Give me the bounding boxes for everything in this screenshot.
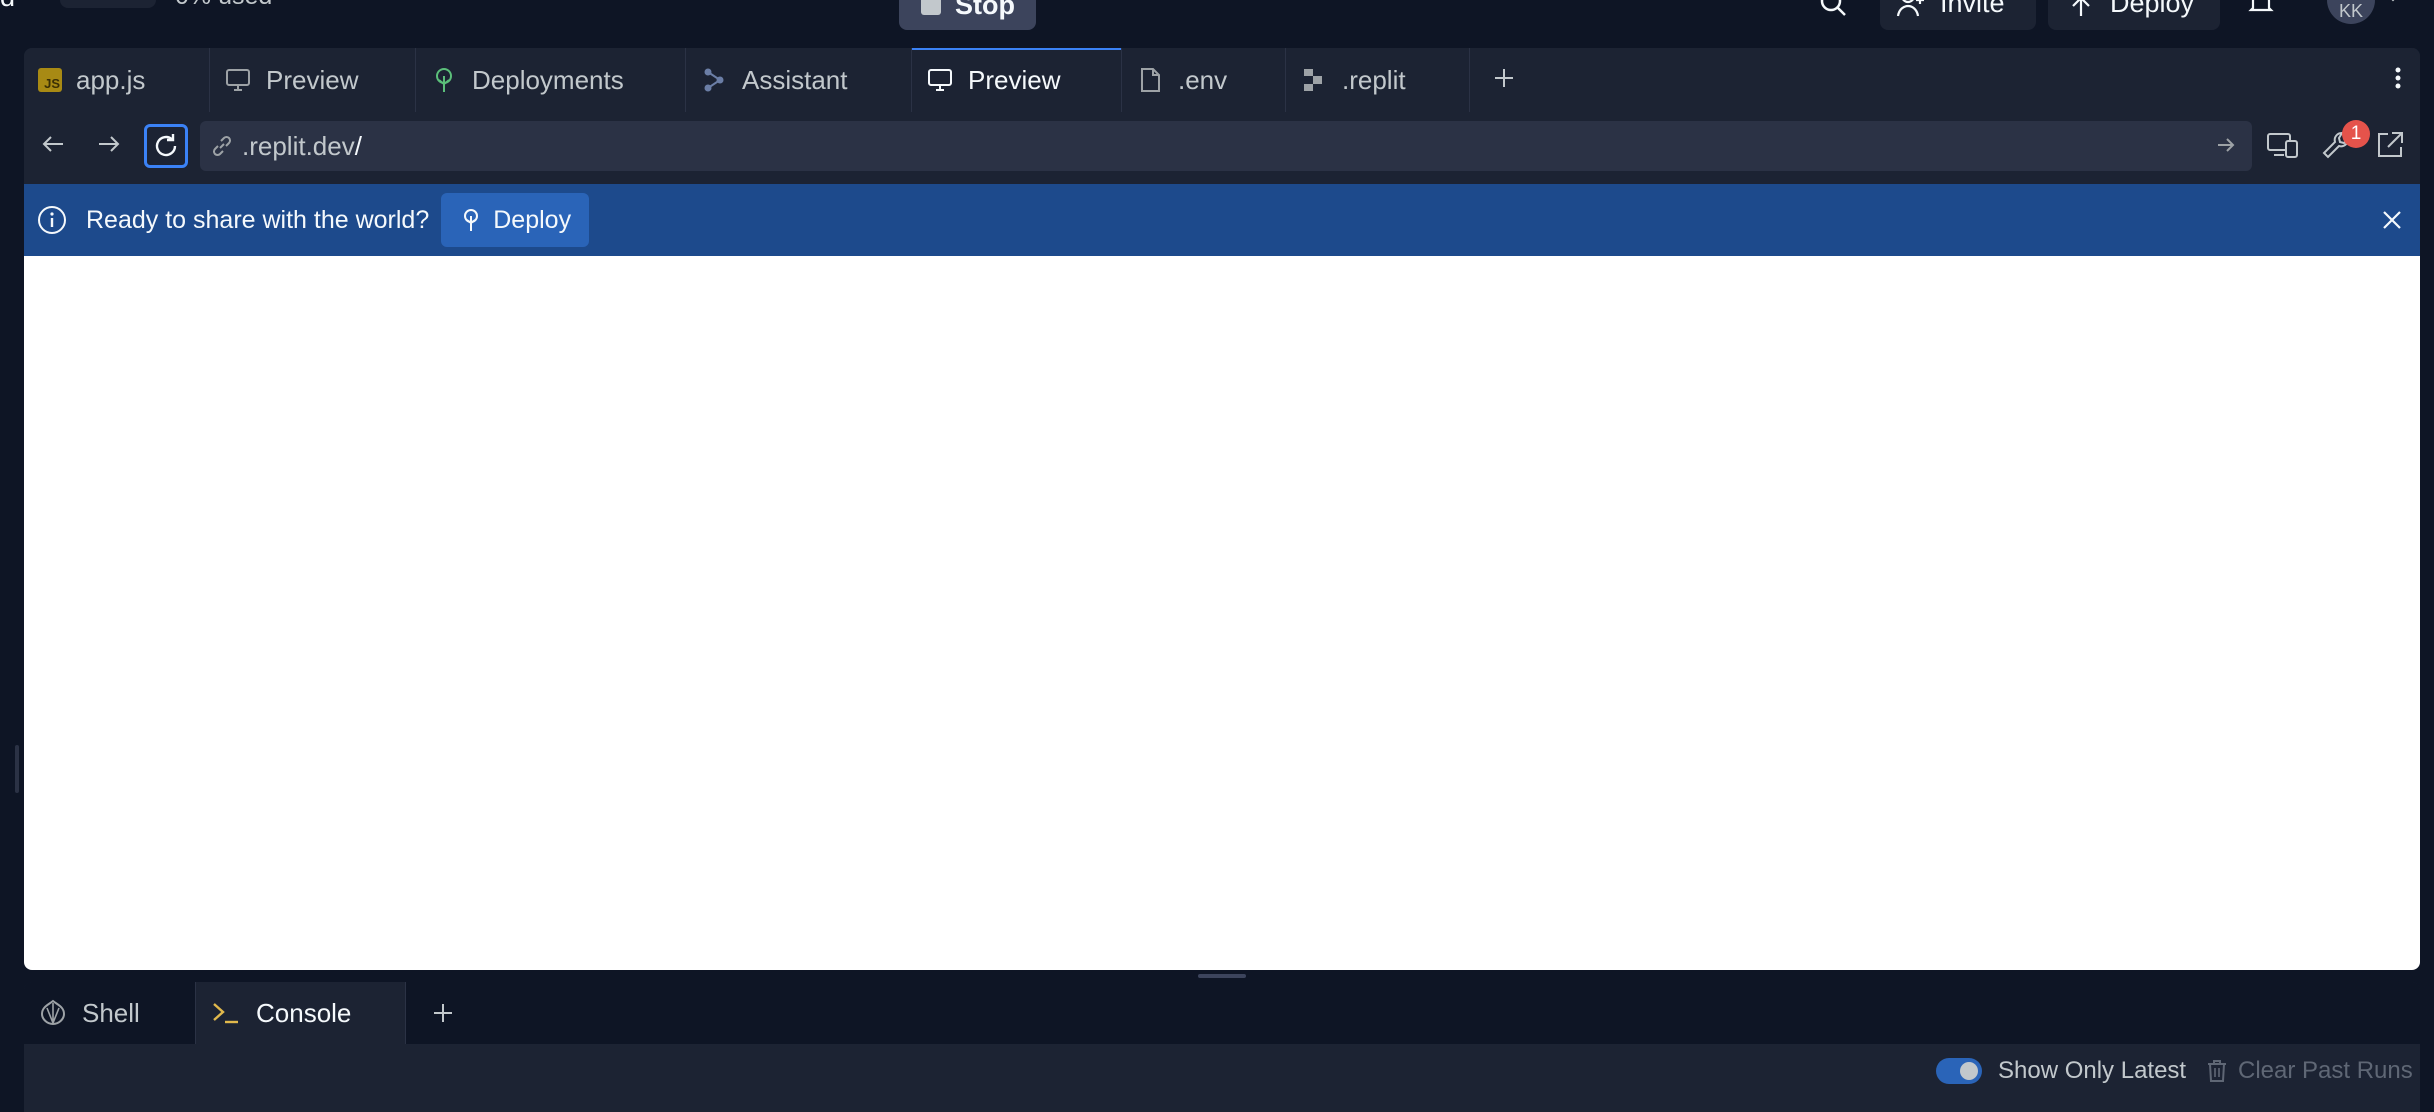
link-icon xyxy=(210,134,234,158)
stop-label: Stop xyxy=(955,0,1015,20)
deploy-icon xyxy=(459,207,483,233)
arrow-right-icon[interactable] xyxy=(2214,133,2238,157)
tab-preview[interactable]: Preview xyxy=(210,48,416,112)
bottom-tab-bar: Shell Console xyxy=(24,982,2420,1044)
search-icon[interactable] xyxy=(1818,0,1848,18)
tab-replit[interactable]: .replit xyxy=(1286,48,1470,112)
info-icon xyxy=(36,204,68,236)
arrow-right-icon[interactable] xyxy=(94,129,124,159)
invite-button[interactable]: Invite xyxy=(1880,0,2036,30)
js-file-icon: JS xyxy=(38,68,62,92)
avatar[interactable]: KK xyxy=(2327,0,2375,24)
chevron-down-icon[interactable] xyxy=(1044,0,1064,6)
arrow-left-icon[interactable] xyxy=(38,129,68,159)
banner-message: Ready to share with the world? xyxy=(86,205,430,234)
tab-label: Console xyxy=(256,997,352,1028)
tab-label: .env xyxy=(1178,64,1228,95)
toggle-switch[interactable] xyxy=(1936,1058,1982,1084)
tab-assistant[interactable]: Assistant xyxy=(686,48,912,112)
clear-past-runs-button[interactable]: Clear Past Runs xyxy=(2206,1057,2413,1085)
url-host: .replit.dev xyxy=(242,130,355,161)
deploy-label: Deploy xyxy=(2110,0,2195,18)
usage-meter[interactable] xyxy=(60,0,156,8)
console-pane: Shell Console Show Only Latest Clear Pas… xyxy=(24,982,2420,1112)
tab-console[interactable]: Console xyxy=(196,982,406,1044)
url-text: .replit.dev/ xyxy=(242,131,362,162)
banner-deploy-button[interactable]: Deploy xyxy=(441,193,590,247)
url-input[interactable]: .replit.dev/ xyxy=(200,121,2252,171)
tab-label: .replit xyxy=(1342,64,1406,95)
banner-deploy-label: Deploy xyxy=(493,205,572,234)
more-options-icon[interactable] xyxy=(2384,62,2412,94)
close-icon[interactable] xyxy=(2378,206,2406,234)
replit-icon xyxy=(1300,66,1328,94)
assistant-icon xyxy=(700,66,728,94)
chevron-down-icon[interactable] xyxy=(2383,0,2403,8)
show-only-latest-toggle[interactable]: Show Only Latest xyxy=(1936,1057,2186,1085)
file-icon xyxy=(1136,66,1164,94)
show-latest-label: Show Only Latest xyxy=(1998,1057,2187,1084)
monitor-icon xyxy=(224,66,252,94)
deploy-banner: Ready to share with the world? Deploy xyxy=(24,184,2420,256)
tab-label: Shell xyxy=(82,997,140,1028)
tab-deployments[interactable]: Deployments xyxy=(416,48,686,112)
devices-icon[interactable] xyxy=(2266,129,2300,161)
reload-icon xyxy=(151,131,181,161)
preview-pane: JS app.js Preview Deployments Assistant xyxy=(24,48,2420,970)
top-bar: d 0% used Stop Invite Deploy KK xyxy=(0,0,2434,44)
webview-content[interactable] xyxy=(24,256,2420,970)
tab-app-js[interactable]: JS app.js xyxy=(24,48,210,112)
add-tab-icon[interactable] xyxy=(428,998,458,1028)
deploy-icon xyxy=(2066,0,2096,18)
trash-icon xyxy=(2206,1058,2228,1084)
sidebar-resize-handle[interactable] xyxy=(15,745,19,793)
url-path: / xyxy=(354,130,362,161)
tab-label: app.js xyxy=(76,64,146,95)
invite-label: Invite xyxy=(1940,0,2005,18)
monitor-icon xyxy=(926,66,954,94)
stop-icon xyxy=(921,0,941,15)
tab-preview-active[interactable]: Preview xyxy=(912,48,1122,112)
shell-icon xyxy=(38,998,68,1028)
external-link-icon[interactable] xyxy=(2374,129,2406,161)
tab-label: Preview xyxy=(968,64,1061,95)
pane-resize-handle[interactable] xyxy=(1198,974,1246,978)
tab-label: Assistant xyxy=(742,64,848,95)
console-icon xyxy=(210,998,242,1028)
tab-label: Preview xyxy=(266,64,359,95)
add-user-icon xyxy=(1896,0,1926,18)
address-bar: .replit.dev/ 1 xyxy=(24,112,2420,182)
add-tab-icon[interactable] xyxy=(1488,62,1520,94)
stop-button[interactable]: Stop xyxy=(899,0,1036,30)
deploy-button[interactable]: Deploy xyxy=(2048,0,2220,30)
tab-env[interactable]: .env xyxy=(1122,48,1286,112)
repl-name-fragment: d xyxy=(0,0,15,13)
bell-icon[interactable] xyxy=(2246,0,2276,18)
tab-label: Deployments xyxy=(472,64,624,95)
reload-button[interactable] xyxy=(144,124,188,168)
deployments-icon xyxy=(430,66,458,94)
notification-badge: 1 xyxy=(2342,120,2370,148)
usage-text: 0% used xyxy=(175,0,272,11)
tab-shell[interactable]: Shell xyxy=(24,982,196,1044)
tab-bar: JS app.js Preview Deployments Assistant xyxy=(24,48,2420,113)
clear-runs-label: Clear Past Runs xyxy=(2238,1057,2413,1084)
